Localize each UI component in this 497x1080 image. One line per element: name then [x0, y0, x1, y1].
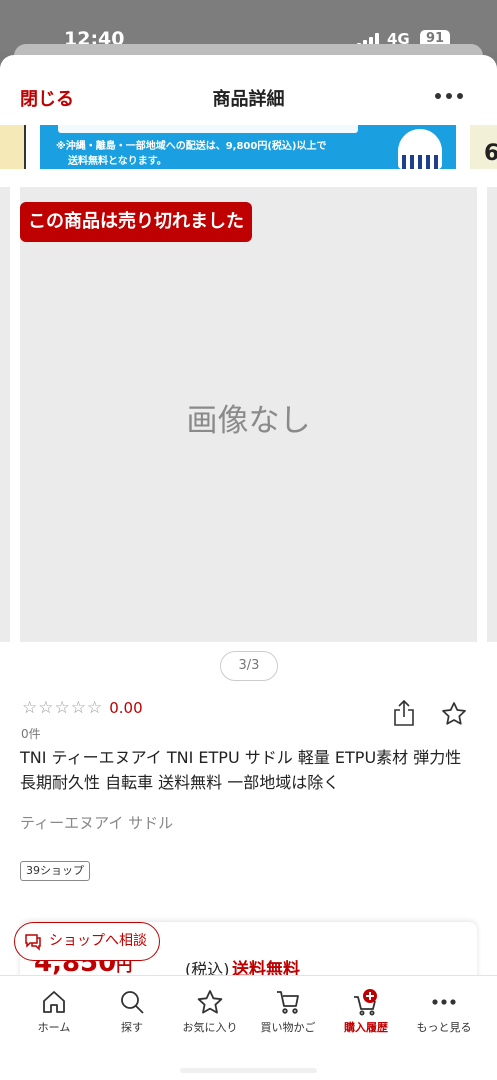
- tab-more[interactable]: もっと見る: [404, 988, 484, 1035]
- product-detail-sheet: 閉じる 商品詳細 ※沖縄・離島・一部地域への配送は、9,800円(税込)以上で …: [0, 55, 497, 1080]
- tab-label: もっと見る: [416, 1021, 472, 1034]
- tab-label: 購入履歴: [344, 1021, 388, 1034]
- star-icon: [197, 990, 223, 1014]
- page-title: 商品詳細: [212, 89, 285, 110]
- star-empty-icon: ☆: [54, 698, 70, 718]
- rating-score: 0.00: [109, 699, 143, 717]
- review-count[interactable]: 0件: [21, 725, 41, 742]
- tab-purchase-history[interactable]: 購入履歴: [326, 988, 406, 1035]
- star-empty-icon: ☆: [87, 698, 103, 718]
- shop-tag: 39ショップ: [20, 861, 90, 881]
- image-gallery[interactable]: 画像なし この商品は売り切れました: [0, 187, 497, 642]
- banner-carousel[interactable]: ※沖縄・離島・一部地域への配送は、9,800円(税込)以上で 送料無料となります…: [0, 125, 497, 169]
- banner-text-line1: ※沖縄・離島・一部地域への配送は、9,800円(税込)以上で: [56, 141, 327, 152]
- product-brand[interactable]: ティーエヌアイ サドル: [20, 812, 173, 833]
- header: 閉じる 商品詳細: [0, 55, 497, 125]
- star-empty-icon: ☆: [22, 698, 38, 718]
- product-image[interactable]: 画像なし: [20, 187, 477, 642]
- no-image-label: 画像なし: [186, 403, 311, 439]
- banner-headline-strip: [58, 125, 358, 133]
- more-icon: [435, 93, 463, 99]
- tab-favorites[interactable]: お気に入り: [170, 988, 250, 1035]
- tab-label: 探す: [121, 1021, 143, 1034]
- star-empty-icon: ☆: [38, 698, 54, 718]
- purchase-history-icon: [354, 989, 377, 1016]
- shipping-banner[interactable]: ※沖縄・離島・一部地域への配送は、9,800円(税込)以上で 送料無料となります…: [40, 125, 456, 169]
- rating[interactable]: ☆ ☆ ☆ ☆ ☆ 0.00: [22, 698, 143, 718]
- tab-search[interactable]: 探す: [92, 988, 172, 1035]
- prev-image[interactable]: [0, 187, 10, 642]
- tab-label: 買い物かご: [260, 1021, 316, 1034]
- bottom-tab-bar: ホーム 探す お気に入り 買い物かご 購入履歴 もっと見る: [0, 975, 497, 1080]
- tab-home[interactable]: ホーム: [14, 988, 94, 1035]
- tab-label: ホーム: [37, 1021, 71, 1034]
- share-icon[interactable]: [392, 699, 416, 727]
- mascot-illustration: [398, 129, 442, 169]
- consult-label: ショップへ相談: [49, 933, 147, 949]
- next-image[interactable]: [487, 187, 497, 642]
- banner-text-line2: 送料無料となります。: [68, 156, 167, 167]
- product-title: TNI ティーエヌアイ TNI ETPU サドル 軽量 ETPU素材 弾力性 長…: [20, 748, 462, 792]
- banner-prev-slide[interactable]: [0, 125, 26, 169]
- banner-next-slide[interactable]: 6: [470, 125, 497, 169]
- cart-icon: [277, 991, 299, 1014]
- tab-label: お気に入り: [182, 1021, 238, 1034]
- consult-shop-button[interactable]: ショップへ相談: [14, 922, 160, 961]
- home-indicator: [180, 1068, 317, 1073]
- chat-icon: [25, 934, 41, 951]
- more-icon: [432, 999, 456, 1005]
- search-icon: [121, 991, 144, 1014]
- tab-cart[interactable]: 買い物かご: [248, 988, 328, 1035]
- image-pager: 3/3: [220, 651, 278, 681]
- more-options-button[interactable]: [435, 93, 463, 99]
- favorite-star-icon[interactable]: [441, 701, 467, 727]
- soldout-badge: この商品は売り切れました: [20, 202, 252, 242]
- star-empty-icon: ☆: [70, 698, 86, 718]
- home-icon: [43, 991, 65, 1013]
